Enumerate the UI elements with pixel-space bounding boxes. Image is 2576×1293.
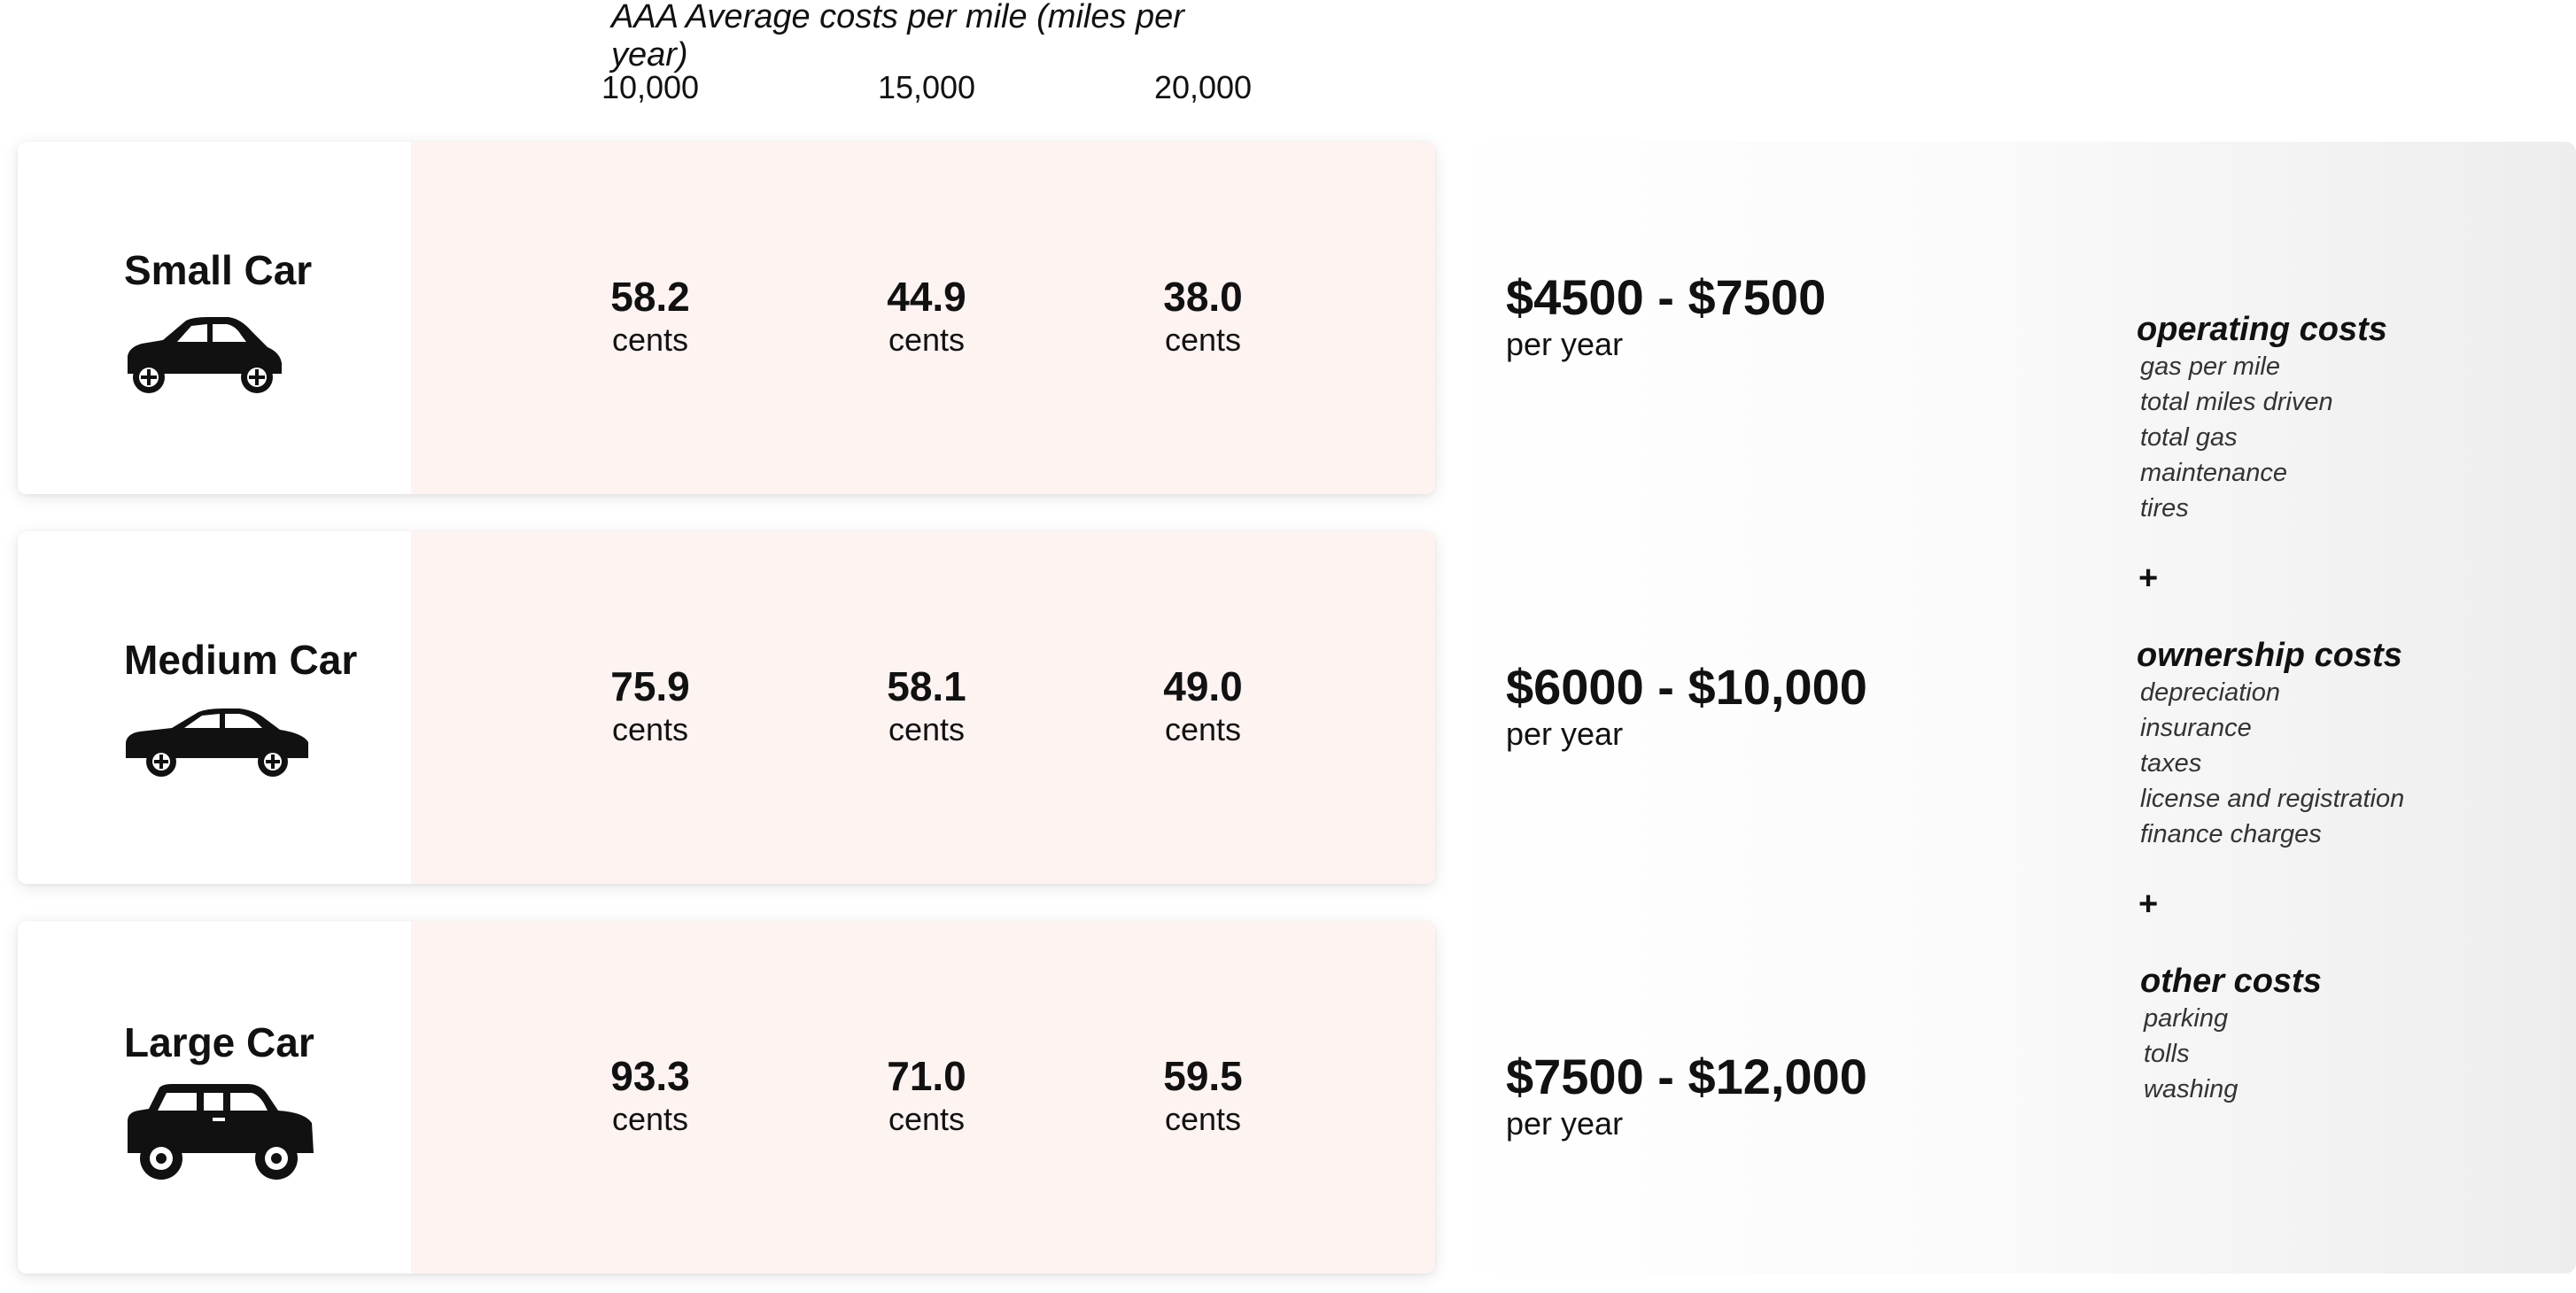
annual-range-amount: $7500 - $12,000 (1506, 1049, 1867, 1104)
cost-unit: cents (1164, 711, 1242, 747)
row-large-car: Large Car 93.3 cents 71.0 cents 59.5 cen… (18, 921, 1435, 1274)
cost-item: washing (2144, 1075, 2238, 1103)
cost-value: 49.0 (1163, 663, 1243, 709)
cost-item: tolls (2144, 1040, 2190, 1068)
cost-cell: 58.2 cents (562, 273, 739, 360)
cost-unit: cents (611, 1101, 689, 1137)
cost-cell: 93.3 cents (562, 1052, 739, 1139)
cost-value: 93.3 (610, 1053, 690, 1099)
cost-unit: cents (1164, 1101, 1242, 1137)
cost-cell: 71.0 cents (838, 1052, 1015, 1139)
suv-car-icon (128, 1084, 314, 1180)
row-medium-car: Medium Car 75.9 cents 58.1 cents 49.0 ce… (18, 531, 1435, 884)
sedan-car-icon (126, 708, 308, 777)
cost-value: 59.5 (1163, 1053, 1243, 1099)
ownership-costs-block: ownership costs depreciation insurance t… (2137, 636, 2404, 852)
small-car-icon (128, 317, 282, 393)
plus-sign: + (2138, 886, 2159, 923)
column-header-20000: 20,000 (1153, 69, 1253, 105)
column-header-15000: 15,000 (877, 69, 976, 105)
cost-value: 44.9 (887, 274, 966, 320)
annual-range-amount: $4500 - $7500 (1506, 269, 1827, 325)
cost-cell: 75.9 cents (562, 662, 739, 749)
cost-item: gas per mile (2140, 352, 2280, 381)
cost-value: 71.0 (887, 1053, 966, 1099)
cost-value: 38.0 (1163, 274, 1243, 320)
cost-value: 58.1 (887, 663, 966, 709)
row-small-car: Small Car 58.2 cents 44.9 cents 38.0 cen… (18, 142, 1435, 494)
annual-range-small: $4500 - $7500 per year (1506, 269, 1826, 363)
row-label-area: Small Car (18, 142, 411, 494)
cost-unit: cents (611, 711, 689, 747)
cost-unit: cents (888, 711, 966, 747)
cost-group-title: other costs (2140, 963, 2322, 1000)
cost-cell: 49.0 cents (1114, 662, 1292, 749)
annual-range-amount: $6000 - $10,000 (1506, 659, 1867, 715)
cost-item: license and registration (2140, 785, 2405, 813)
row-label-area: Medium Car (18, 531, 411, 884)
cost-value: 58.2 (610, 274, 690, 320)
cost-item: depreciation (2140, 678, 2280, 707)
cost-cell: 58.1 cents (838, 662, 1015, 749)
car-name: Medium Car (124, 637, 358, 683)
cost-unit: cents (611, 321, 689, 358)
annual-range-unit: per year (1506, 716, 1624, 752)
cost-item: taxes (2140, 749, 2202, 778)
cost-item: finance charges (2140, 820, 2322, 848)
operating-costs-block: operating costs gas per mile total miles… (2137, 310, 2387, 526)
car-name: Small Car (124, 247, 313, 293)
cost-group-title: operating costs (2137, 311, 2387, 348)
cost-item: insurance (2140, 714, 2252, 742)
cost-item: total gas (2140, 423, 2238, 452)
cost-value: 75.9 (610, 663, 690, 709)
other-costs-block: other costs parking tolls washing (2140, 962, 2322, 1107)
annual-range-medium: $6000 - $10,000 per year (1506, 659, 1867, 753)
annual-range-unit: per year (1506, 1105, 1624, 1142)
plus-sign: + (2138, 560, 2159, 597)
cost-group-title: ownership costs (2137, 637, 2402, 674)
cost-item: total miles driven (2140, 388, 2333, 416)
cost-unit: cents (888, 321, 966, 358)
car-name: Large Car (124, 1019, 314, 1065)
column-header-10000: 10,000 (601, 69, 700, 105)
cost-cell: 38.0 cents (1114, 273, 1292, 360)
cost-cell: 44.9 cents (838, 273, 1015, 360)
annual-range-unit: per year (1506, 326, 1624, 362)
table-title: AAA Average costs per mile (miles per ye… (611, 0, 1184, 74)
row-label-area: Large Car (18, 921, 411, 1274)
cost-item: tires (2140, 494, 2189, 523)
cost-cell: 59.5 cents (1114, 1052, 1292, 1139)
cost-unit: cents (1164, 321, 1242, 358)
cost-unit: cents (888, 1101, 966, 1137)
cost-item: maintenance (2140, 459, 2288, 487)
annual-range-large: $7500 - $12,000 per year (1506, 1049, 1867, 1142)
cost-item: parking (2144, 1004, 2229, 1033)
